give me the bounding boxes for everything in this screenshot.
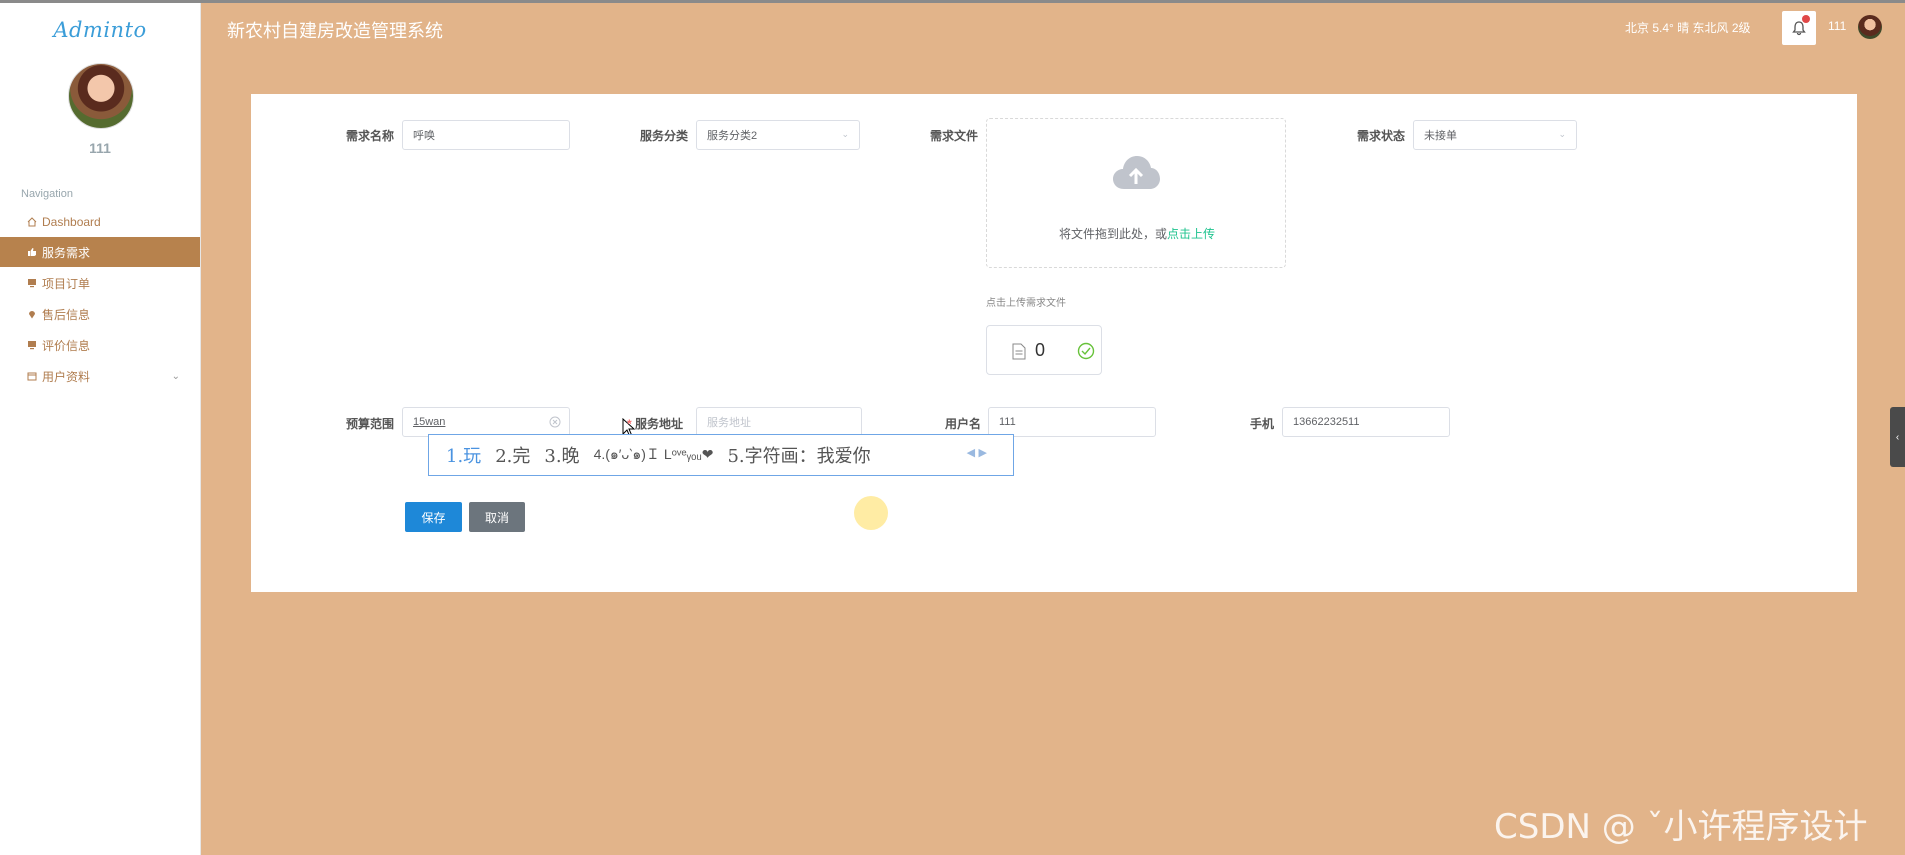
window-top-border bbox=[0, 0, 1905, 3]
chevron-down-icon: ⌄ bbox=[1558, 129, 1566, 139]
chevron-down-icon[interactable]: ⌄ bbox=[172, 371, 180, 382]
sidebar-item-label: 评价信息 bbox=[42, 338, 91, 353]
demand-name-input[interactable]: 呼唤 bbox=[402, 120, 570, 150]
phone-label: 手机 bbox=[1250, 417, 1275, 431]
upload-tip: 点击上传需求文件 bbox=[986, 298, 1066, 309]
service-category-value: 服务分类2 bbox=[707, 130, 758, 142]
sidebar-username: 111 bbox=[89, 140, 111, 156]
upload-hint: 将文件拖到此处，或点击上传 bbox=[987, 225, 1287, 242]
sidebar-item-dashboard[interactable]: Dashboard bbox=[0, 207, 200, 237]
sidebar-item-reviews[interactable]: 评价信息 bbox=[0, 330, 200, 360]
monitor-icon bbox=[28, 279, 36, 288]
ime-candidate[interactable]: 3.晚 bbox=[544, 442, 579, 468]
ime-candidate[interactable]: 5.字符画：我爱你 bbox=[727, 442, 870, 468]
ime-candidate[interactable]: 4.(๑′ᴗ‵๑)Ｉ Lᵒᵛᵉᵧₒᵤ❤ bbox=[594, 444, 714, 466]
sidebar-item-label: 服务需求 bbox=[42, 245, 91, 260]
upload-hint-text: 将文件拖到此处，或 bbox=[1058, 227, 1167, 241]
demand-status-value: 未接单 bbox=[1424, 130, 1457, 142]
app-logo[interactable]: Adminto bbox=[0, 18, 200, 42]
service-category-select[interactable]: 服务分类2 ⌄ bbox=[696, 120, 860, 150]
sidebar-avatar[interactable] bbox=[68, 63, 134, 129]
sidebar-item-user-profile[interactable]: 用户资料 ⌄ bbox=[0, 361, 200, 391]
home-icon bbox=[27, 217, 37, 227]
sidebar-item-label: Dashboard bbox=[42, 215, 101, 229]
clear-icon[interactable] bbox=[549, 416, 561, 428]
demand-status-select[interactable]: 未接单 ⌄ bbox=[1413, 120, 1577, 150]
weather-info: 北京 5.4° 晴 东北风 2级 bbox=[1625, 21, 1751, 35]
upload-link[interactable]: 点击上传 bbox=[1167, 227, 1215, 241]
ime-page-arrows-icon[interactable]: ◀ ▶ bbox=[967, 446, 987, 459]
check-circle-icon bbox=[1077, 342, 1095, 360]
service-category-label: 服务分类 bbox=[640, 129, 689, 143]
budget-value: 15wan bbox=[413, 416, 446, 428]
ime-candidate[interactable]: 1.玩 bbox=[446, 442, 481, 468]
ime-candidate[interactable]: 2.完 bbox=[495, 442, 530, 468]
header-avatar[interactable] bbox=[1858, 15, 1882, 39]
sidebar-item-label: 售后信息 bbox=[42, 307, 91, 322]
required-mark: * bbox=[627, 417, 632, 431]
ime-candidate-window: 1.玩 2.完 3.晚 4.(๑′ᴗ‵๑)Ｉ Lᵒᵛᵉᵧₒᵤ❤ 5.字符画：我爱… bbox=[428, 434, 1014, 476]
monitor-icon bbox=[28, 341, 36, 350]
sidebar-item-project-orders[interactable]: 项目订单 bbox=[0, 268, 200, 298]
budget-input[interactable]: 15wan bbox=[402, 407, 570, 437]
file-count: 0 bbox=[1035, 340, 1046, 360]
file-upload-dropzone[interactable]: 将文件拖到此处，或点击上传 bbox=[986, 118, 1286, 268]
phone-input[interactable]: 13662232511 bbox=[1282, 407, 1450, 437]
budget-label: 预算范围 bbox=[346, 417, 395, 431]
sidebar-item-service-demand[interactable]: 服务需求 bbox=[0, 237, 200, 267]
watermark: CSDN @ ˇ小许程序设计 bbox=[1494, 807, 1868, 847]
notification-button[interactable] bbox=[1782, 11, 1816, 45]
demand-name-label: 需求名称 bbox=[346, 129, 395, 143]
service-address-label-text: 服务地址 bbox=[635, 417, 684, 431]
page-title: 新农村自建房改造管理系统 bbox=[227, 21, 443, 41]
chevron-down-icon: ⌄ bbox=[841, 129, 849, 139]
service-address-label: * 服务地址 bbox=[627, 415, 683, 432]
cancel-button[interactable]: 取消 bbox=[469, 502, 525, 532]
sidebar-item-label: 项目订单 bbox=[42, 276, 91, 291]
chevron-left-icon: ‹ bbox=[1895, 431, 1900, 443]
document-icon bbox=[1012, 343, 1026, 360]
calendar-icon bbox=[27, 372, 37, 381]
thumbs-up-icon bbox=[28, 248, 36, 256]
username-label: 用户名 bbox=[945, 417, 982, 431]
sidebar-item-after-sales[interactable]: 售后信息 bbox=[0, 299, 200, 329]
cloud-upload-icon bbox=[1113, 156, 1160, 189]
form-card: 需求名称 呼唤 服务分类 服务分类2 ⌄ 需求文件 将文件拖到此处，或点击上传 … bbox=[251, 94, 1857, 592]
nav-section-label: Navigation bbox=[21, 188, 73, 200]
header-username[interactable]: 111 bbox=[1828, 19, 1846, 33]
username-input[interactable]: 111 bbox=[988, 407, 1156, 437]
location-icon bbox=[29, 311, 35, 319]
service-address-input[interactable]: 服务地址 bbox=[696, 407, 862, 437]
side-panel-toggle[interactable]: ‹ bbox=[1890, 407, 1905, 467]
demand-status-label: 需求状态 bbox=[1357, 129, 1406, 143]
sidebar: Adminto 111 Navigation Dashboard 服务需求 项目… bbox=[0, 3, 201, 855]
demand-file-label: 需求文件 bbox=[930, 129, 979, 143]
uploaded-file-item[interactable]: 0 bbox=[986, 325, 1102, 375]
mouse-cursor-highlight bbox=[854, 496, 888, 530]
notification-dot bbox=[1802, 15, 1810, 23]
sidebar-item-label: 用户资料 bbox=[42, 369, 91, 384]
save-button[interactable]: 保存 bbox=[405, 502, 462, 532]
